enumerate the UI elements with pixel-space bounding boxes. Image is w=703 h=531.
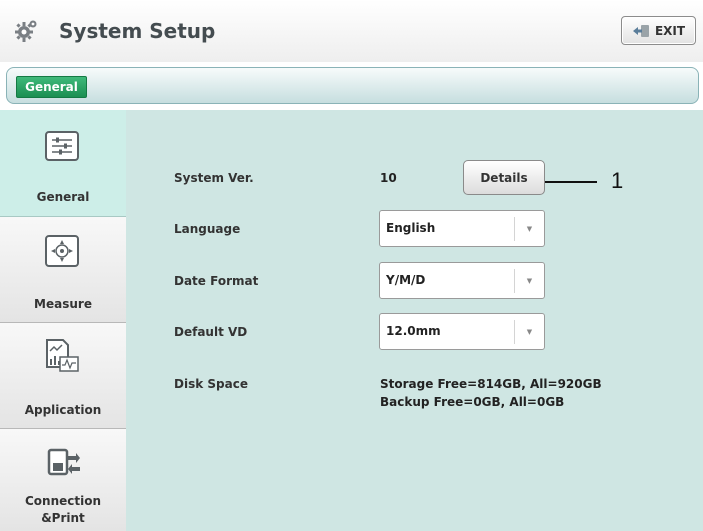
exit-icon bbox=[632, 24, 649, 37]
language-select-value: English bbox=[386, 221, 436, 235]
sidebar-item-application[interactable]: Application bbox=[0, 323, 126, 429]
exit-button[interactable]: EXIT bbox=[621, 16, 696, 45]
default-vd-label: Default VD bbox=[174, 325, 248, 339]
language-label: Language bbox=[174, 222, 241, 236]
callout-number: 1 bbox=[611, 168, 624, 193]
date-format-select-value: Y/M/D bbox=[386, 273, 426, 287]
date-format-select[interactable]: Y/M/D ▼ bbox=[379, 262, 545, 299]
sidebar-label-general: General bbox=[36, 190, 90, 204]
target-icon bbox=[45, 235, 79, 267]
language-select[interactable]: English ▼ bbox=[379, 210, 545, 247]
details-button[interactable]: Details bbox=[463, 160, 545, 195]
chevron-down-icon: ▼ bbox=[514, 269, 544, 293]
date-format-label: Date Format bbox=[174, 274, 259, 288]
system-ver-value: 10 bbox=[380, 171, 397, 185]
tab-general[interactable]: General bbox=[16, 76, 87, 98]
title-bar: System Setup EXIT bbox=[0, 0, 703, 62]
chart-icon bbox=[46, 339, 79, 372]
sidebar-item-general[interactable]: General bbox=[0, 110, 126, 217]
transfer-icon bbox=[47, 448, 80, 476]
sidebar-label-measure: Measure bbox=[34, 297, 92, 311]
tab-bar: General bbox=[6, 67, 699, 104]
default-vd-select[interactable]: 12.0mm ▼ bbox=[379, 313, 545, 350]
sidebar-label-print: &Print bbox=[41, 511, 85, 525]
gear-icon bbox=[15, 20, 37, 42]
sidebar-label-connection: Connection bbox=[24, 494, 102, 508]
sidebar: General Measure Application Connection &… bbox=[0, 110, 126, 531]
storage-info: Storage Free=814GB, All=920GB bbox=[380, 377, 602, 391]
exit-label: EXIT bbox=[654, 23, 686, 38]
disk-space-label: Disk Space bbox=[174, 377, 248, 391]
backup-info: Backup Free=0GB, All=0GB bbox=[380, 395, 565, 409]
system-ver-label: System Ver. bbox=[174, 171, 254, 185]
sidebar-label-application: Application bbox=[24, 403, 102, 417]
sliders-icon bbox=[45, 131, 79, 161]
chevron-down-icon: ▼ bbox=[514, 320, 544, 344]
chevron-down-icon: ▼ bbox=[514, 217, 544, 241]
default-vd-select-value: 12.0mm bbox=[386, 324, 441, 338]
sidebar-item-measure[interactable]: Measure bbox=[0, 217, 126, 323]
callout-line bbox=[545, 181, 597, 183]
sidebar-item-connection-print[interactable]: Connection &Print bbox=[0, 429, 126, 531]
page-title: System Setup bbox=[59, 19, 216, 43]
